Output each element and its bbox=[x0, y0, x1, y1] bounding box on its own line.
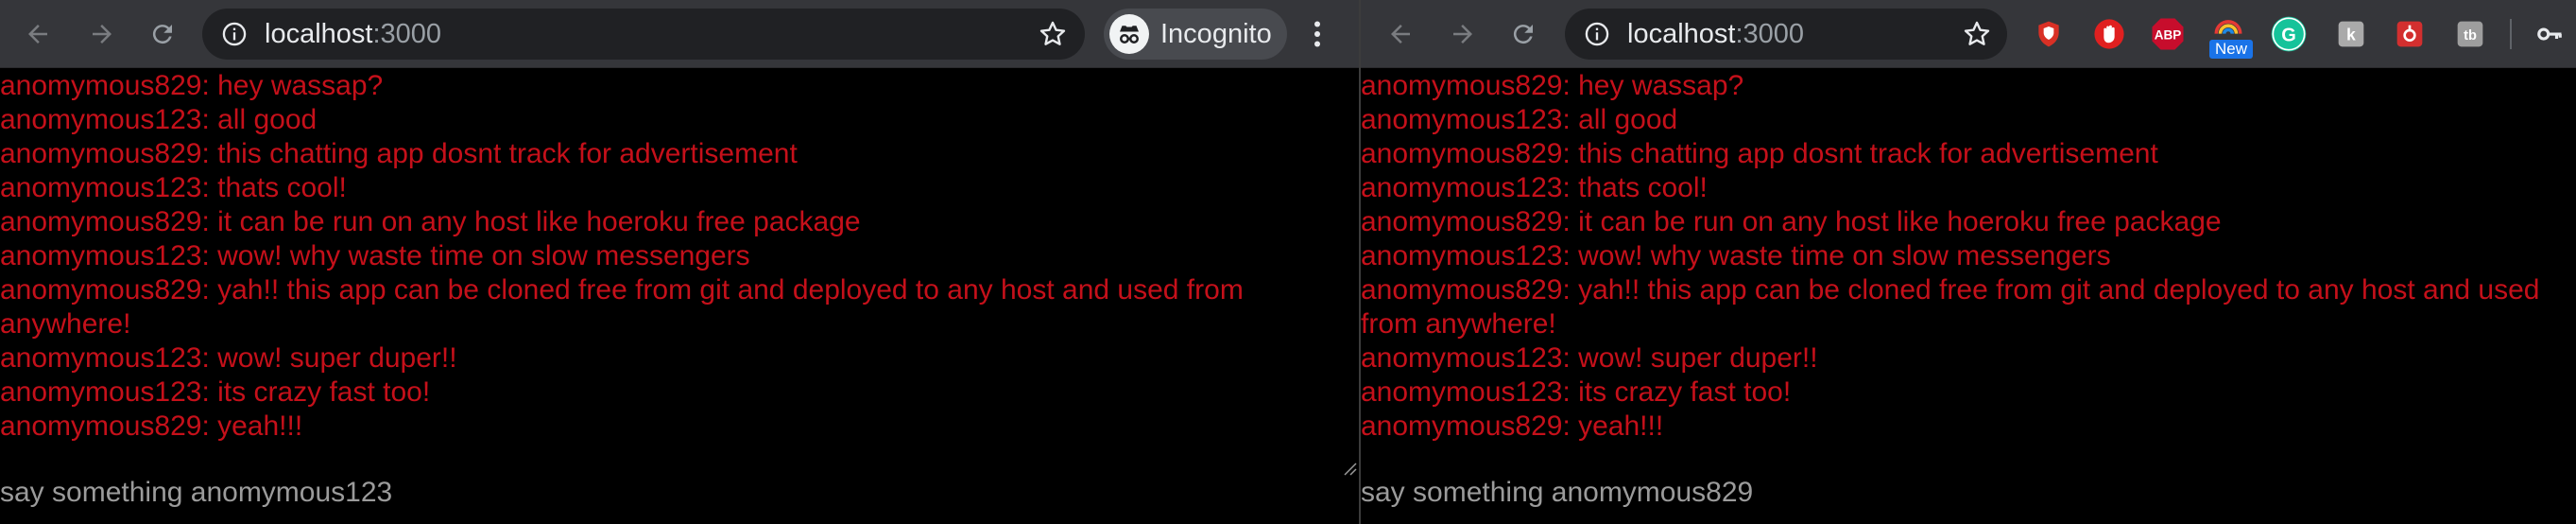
info-icon[interactable] bbox=[1584, 21, 1610, 47]
svg-text:tb: tb bbox=[2464, 28, 2477, 44]
address-bar[interactable]: localhost:3000 bbox=[202, 9, 1085, 60]
new-badge: New bbox=[2209, 40, 2253, 59]
textarea-resize-grip[interactable] bbox=[1342, 461, 1357, 476]
chat-messages: anomymous829: hey wassap? anomymous123: … bbox=[1361, 69, 2576, 444]
forward-button[interactable] bbox=[83, 15, 121, 53]
chat-message: anomymous829: it can be run on any host … bbox=[0, 206, 861, 237]
chat-message: anomymous829: it can be run on any host … bbox=[1361, 206, 2222, 237]
chat-message: anomymous829: hey wassap? bbox=[0, 70, 384, 101]
chat-message: anomymous829: hey wassap? bbox=[1361, 70, 1744, 101]
url-text[interactable]: localhost:3000 bbox=[1627, 19, 1804, 49]
incognito-profile-button[interactable]: Incognito bbox=[1104, 9, 1287, 60]
reload-icon bbox=[1513, 25, 1533, 44]
arrow-left-icon bbox=[1391, 25, 1410, 44]
menu-kebab-icon[interactable] bbox=[1300, 17, 1334, 51]
toolbar-separator bbox=[2510, 19, 2512, 49]
chat-message: anomymous123: thats cool! bbox=[1361, 172, 1708, 203]
chat-message: anomymous123: all good bbox=[0, 104, 318, 135]
left-browser-window: localhost:3000 Incognito anomymous829: h… bbox=[0, 0, 1359, 524]
browser-toolbar: localhost:3000 ABP New G k tb bbox=[1361, 0, 2576, 68]
k-extension-icon[interactable]: k bbox=[2332, 15, 2370, 53]
message-input[interactable]: say something anomymous123 bbox=[0, 476, 392, 510]
red-extension-icon[interactable] bbox=[2391, 15, 2429, 53]
right-browser-window: localhost:3000 ABP New G k tb anomymous8… bbox=[1361, 0, 2576, 524]
svg-text:G: G bbox=[2281, 26, 2296, 46]
chat-message: anomymous123: wow! why waste time on slo… bbox=[1361, 240, 2111, 271]
tb-extension-icon[interactable]: tb bbox=[2451, 15, 2489, 53]
bookmark-star-icon[interactable] bbox=[1962, 19, 1992, 49]
svg-text:ABP: ABP bbox=[2155, 27, 2182, 42]
page-content: anomymous829: hey wassap? anomymous123: … bbox=[0, 69, 1359, 524]
url-port: :3000 bbox=[372, 19, 442, 49]
chat-message: anomymous123: wow! super duper!! bbox=[0, 342, 457, 374]
chat-message: anomymous829: yah!! this app can be clon… bbox=[1361, 274, 2540, 340]
svg-text:k: k bbox=[2346, 26, 2356, 44]
chat-messages: anomymous829: hey wassap? anomymous123: … bbox=[0, 69, 1359, 444]
chat-message: anomymous829: this chatting app dosnt tr… bbox=[0, 138, 798, 169]
arrow-right-icon bbox=[93, 25, 112, 44]
chat-message: anomymous829: yeah!!! bbox=[0, 410, 303, 442]
adblock-plus-icon[interactable]: ABP bbox=[2149, 15, 2187, 53]
back-button[interactable] bbox=[19, 15, 57, 53]
back-button[interactable] bbox=[1382, 15, 1419, 53]
chat-message: anomymous829: this chatting app dosnt tr… bbox=[1361, 138, 2158, 169]
chat-message: anomymous829: yah!! this app can be clon… bbox=[0, 274, 1244, 340]
chat-message: anomymous123: thats cool! bbox=[0, 172, 347, 203]
chat-message: anomymous123: its crazy fast too! bbox=[0, 376, 431, 408]
reload-icon bbox=[152, 25, 172, 44]
key-icon[interactable] bbox=[2531, 15, 2568, 53]
reload-button[interactable] bbox=[1504, 15, 1542, 53]
incognito-icon bbox=[1109, 14, 1149, 54]
chat-message: anomymous123: wow! why waste time on slo… bbox=[0, 240, 750, 271]
arrow-left-icon bbox=[28, 25, 47, 44]
grammarly-icon[interactable]: G bbox=[2270, 15, 2308, 53]
arrow-right-icon bbox=[1453, 25, 1472, 44]
address-bar[interactable]: localhost:3000 bbox=[1565, 9, 2007, 60]
url-port: :3000 bbox=[1735, 19, 1805, 49]
forward-button[interactable] bbox=[1444, 15, 1482, 53]
stop-hand-extension-icon[interactable] bbox=[2090, 15, 2128, 53]
shield-extension-icon[interactable] bbox=[2030, 15, 2068, 53]
chat-message: anomymous829: yeah!!! bbox=[1361, 410, 1664, 442]
reload-button[interactable] bbox=[144, 15, 181, 53]
url-host: localhost bbox=[265, 19, 373, 49]
info-icon[interactable] bbox=[221, 21, 248, 47]
url-host: localhost bbox=[1627, 19, 1736, 49]
chat-message: anomymous123: its crazy fast too! bbox=[1361, 376, 1792, 408]
incognito-label: Incognito bbox=[1160, 19, 1272, 49]
page-content: anomymous829: hey wassap? anomymous123: … bbox=[1361, 69, 2576, 524]
url-text[interactable]: localhost:3000 bbox=[265, 19, 441, 49]
chat-message: anomymous123: wow! super duper!! bbox=[1361, 342, 1818, 374]
browser-toolbar: localhost:3000 Incognito bbox=[0, 0, 1359, 68]
message-input[interactable]: say something anomymous829 bbox=[1361, 476, 1753, 510]
bookmark-star-icon[interactable] bbox=[1038, 19, 1068, 49]
chat-message: anomymous123: all good bbox=[1361, 104, 1678, 135]
